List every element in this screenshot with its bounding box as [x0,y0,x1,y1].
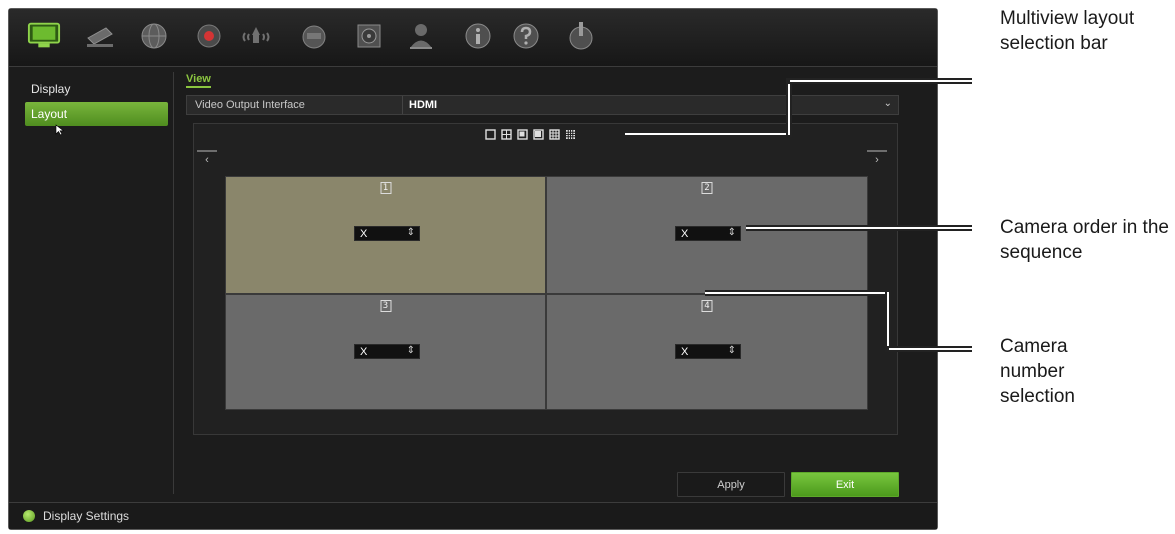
updown-arrows-icon: ⇕ [727,227,736,238]
main-toolbar [9,9,937,67]
leader-line-gap [790,80,972,82]
mouse-cursor-icon [55,124,65,136]
layout-1x1-icon[interactable] [484,128,497,141]
updown-arrows-icon: ⇕ [406,227,415,238]
layout-2x2-icon[interactable] [500,128,513,141]
tab-view[interactable]: View [186,73,211,88]
next-page-button[interactable]: › [867,150,887,166]
sidebar: Display Layout [19,72,174,494]
status-icon [23,510,35,522]
camera-select[interactable]: X ⇕ [675,344,741,359]
app-window: Display Layout View Video Output Interfa… [8,8,938,530]
camera-select-value: X [360,228,368,240]
view-cell-1[interactable]: 1 X ⇕ [225,176,546,294]
alarm-icon[interactable] [239,19,273,53]
camera-select[interactable]: X ⇕ [354,226,420,241]
camera-select-value: X [681,346,689,358]
layout-4x4-icon[interactable] [564,128,577,141]
callout-camera-order: Camera order in the sequence [1000,217,1169,263]
multiview-layout-bar [484,128,577,142]
layout-1plus7-icon[interactable] [532,128,545,141]
cell-number: 3 [380,300,391,312]
field-divider [402,96,403,114]
camera-select-value: X [360,346,368,358]
view-cell-2[interactable]: 2 X ⇕ [546,176,868,294]
record-icon[interactable] [192,19,226,53]
ptz-icon[interactable] [297,19,331,53]
chevron-down-icon[interactable]: ⌄ [884,98,892,109]
monitor-icon[interactable] [27,19,61,53]
leader-line-gap [746,227,972,229]
prev-page-button[interactable]: ‹ [197,150,217,166]
main-content: View Video Output Interface HDMI ⌄ ‹ › 1… [186,69,931,499]
updown-arrows-icon: ⇕ [406,345,415,356]
exit-button[interactable]: Exit [791,472,899,497]
leader-line-gap [788,80,790,135]
view-cell-3[interactable]: 3 X ⇕ [225,294,546,410]
video-output-select[interactable]: HDMI [409,99,437,111]
status-bar: Display Settings [9,502,937,529]
user-icon[interactable] [404,19,438,53]
cell-number: 2 [701,182,713,194]
leader-line-gap [625,133,788,135]
callout-camera-number: Camera number selection [1000,336,1075,407]
camera-icon[interactable] [84,19,118,53]
sidebar-item-display[interactable]: Display [25,77,168,101]
network-icon[interactable] [137,19,171,53]
leader-line-gap [705,292,887,294]
video-output-row: Video Output Interface HDMI ⌄ [186,95,899,115]
camera-select-value: X [681,228,689,240]
help-icon[interactable] [509,19,543,53]
layout-3x3-icon[interactable] [548,128,561,141]
layout-1plus5-icon[interactable] [516,128,529,141]
info-icon[interactable] [461,19,495,53]
camera-select[interactable]: X ⇕ [354,344,420,359]
callout-multiview-bar: Multiview layout selection bar [1000,8,1135,54]
power-icon[interactable] [564,19,598,53]
apply-button[interactable]: Apply [677,472,785,497]
sidebar-item-layout[interactable]: Layout [25,102,168,126]
status-text: Display Settings [43,509,130,523]
video-output-label: Video Output Interface [195,99,305,111]
camera-select[interactable]: X ⇕ [675,226,741,241]
leader-line-gap [889,348,972,350]
cell-number: 1 [380,182,391,194]
leader-line-gap [887,292,889,350]
hdd-icon[interactable] [352,19,386,53]
layout-panel: ‹ › 1 X ⇕ 2 X ⇕ 3 X ⇕ 4 X ⇕ [193,123,898,435]
cell-number: 4 [701,300,713,312]
view-cell-4[interactable]: 4 X ⇕ [546,294,868,410]
updown-arrows-icon: ⇕ [727,345,736,356]
